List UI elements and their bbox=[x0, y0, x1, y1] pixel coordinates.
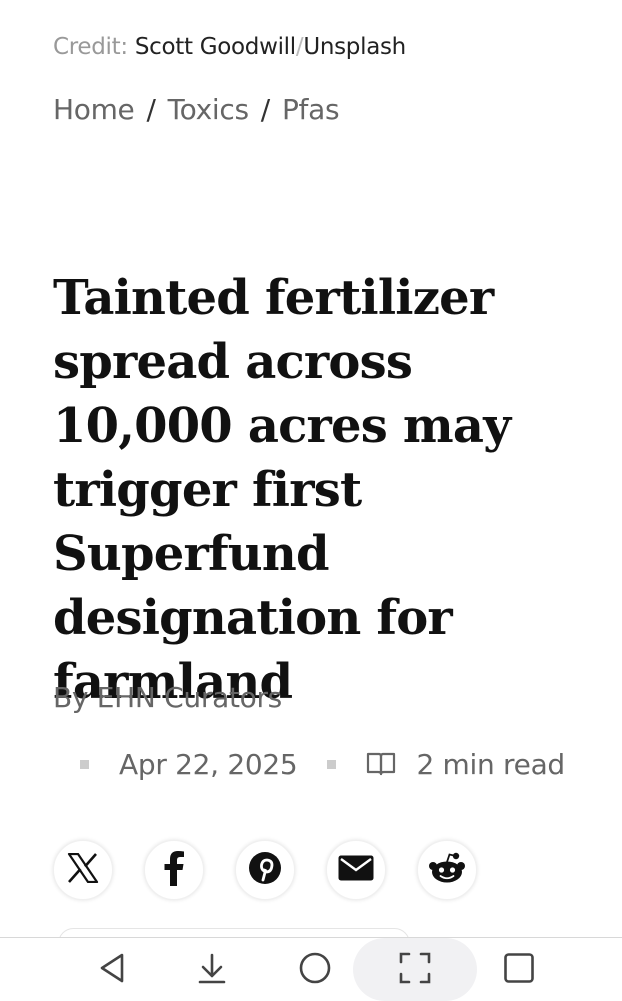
back-button[interactable] bbox=[80, 938, 144, 1001]
reddit-icon bbox=[428, 852, 466, 888]
recents-icon bbox=[503, 952, 535, 988]
credit-source[interactable]: Unsplash bbox=[303, 34, 406, 60]
x-icon bbox=[67, 852, 99, 887]
facebook-share-button[interactable] bbox=[144, 840, 204, 900]
article-meta: Apr 22, 2025 2 min read bbox=[80, 744, 565, 784]
x-share-button[interactable] bbox=[53, 840, 113, 900]
email-share-button[interactable] bbox=[326, 840, 386, 900]
home-button[interactable] bbox=[283, 938, 347, 1001]
share-bar bbox=[53, 840, 477, 900]
publish-date: Apr 22, 2025 bbox=[119, 747, 298, 781]
breadcrumb-toxics[interactable]: Toxics bbox=[168, 93, 249, 126]
recents-button[interactable] bbox=[487, 938, 551, 1001]
screenshot-button[interactable] bbox=[353, 938, 477, 1001]
article-title: Tainted fertilizer spread across 10,000 … bbox=[53, 270, 511, 710]
breadcrumb: Home / Toxics / Pfas bbox=[53, 93, 340, 126]
back-icon bbox=[98, 952, 126, 988]
pinterest-icon bbox=[248, 851, 282, 889]
facebook-icon bbox=[163, 850, 185, 890]
meta-bullet bbox=[327, 759, 337, 769]
meta-bullet bbox=[80, 759, 89, 769]
breadcrumb-pfas[interactable]: Pfas bbox=[282, 93, 340, 126]
image-credit: Credit: Scott Goodwill/Unsplash bbox=[53, 34, 406, 60]
download-button[interactable] bbox=[180, 938, 244, 1001]
book-icon bbox=[366, 751, 396, 777]
email-icon bbox=[338, 855, 374, 885]
download-icon bbox=[197, 952, 227, 988]
byline[interactable]: By EHN Curators bbox=[53, 681, 282, 714]
read-time: 2 min read bbox=[416, 747, 565, 781]
credit-author[interactable]: Scott Goodwill bbox=[135, 34, 296, 60]
breadcrumb-separator: / bbox=[260, 93, 270, 126]
reddit-share-button[interactable] bbox=[417, 840, 477, 900]
credit-label: Credit: bbox=[53, 34, 128, 60]
breadcrumb-separator: / bbox=[146, 93, 156, 126]
screenshot-icon bbox=[398, 951, 432, 989]
breadcrumb-home[interactable]: Home bbox=[53, 93, 135, 126]
system-navigation-bar bbox=[0, 937, 622, 1001]
home-icon bbox=[298, 951, 332, 989]
pinterest-share-button[interactable] bbox=[235, 840, 295, 900]
